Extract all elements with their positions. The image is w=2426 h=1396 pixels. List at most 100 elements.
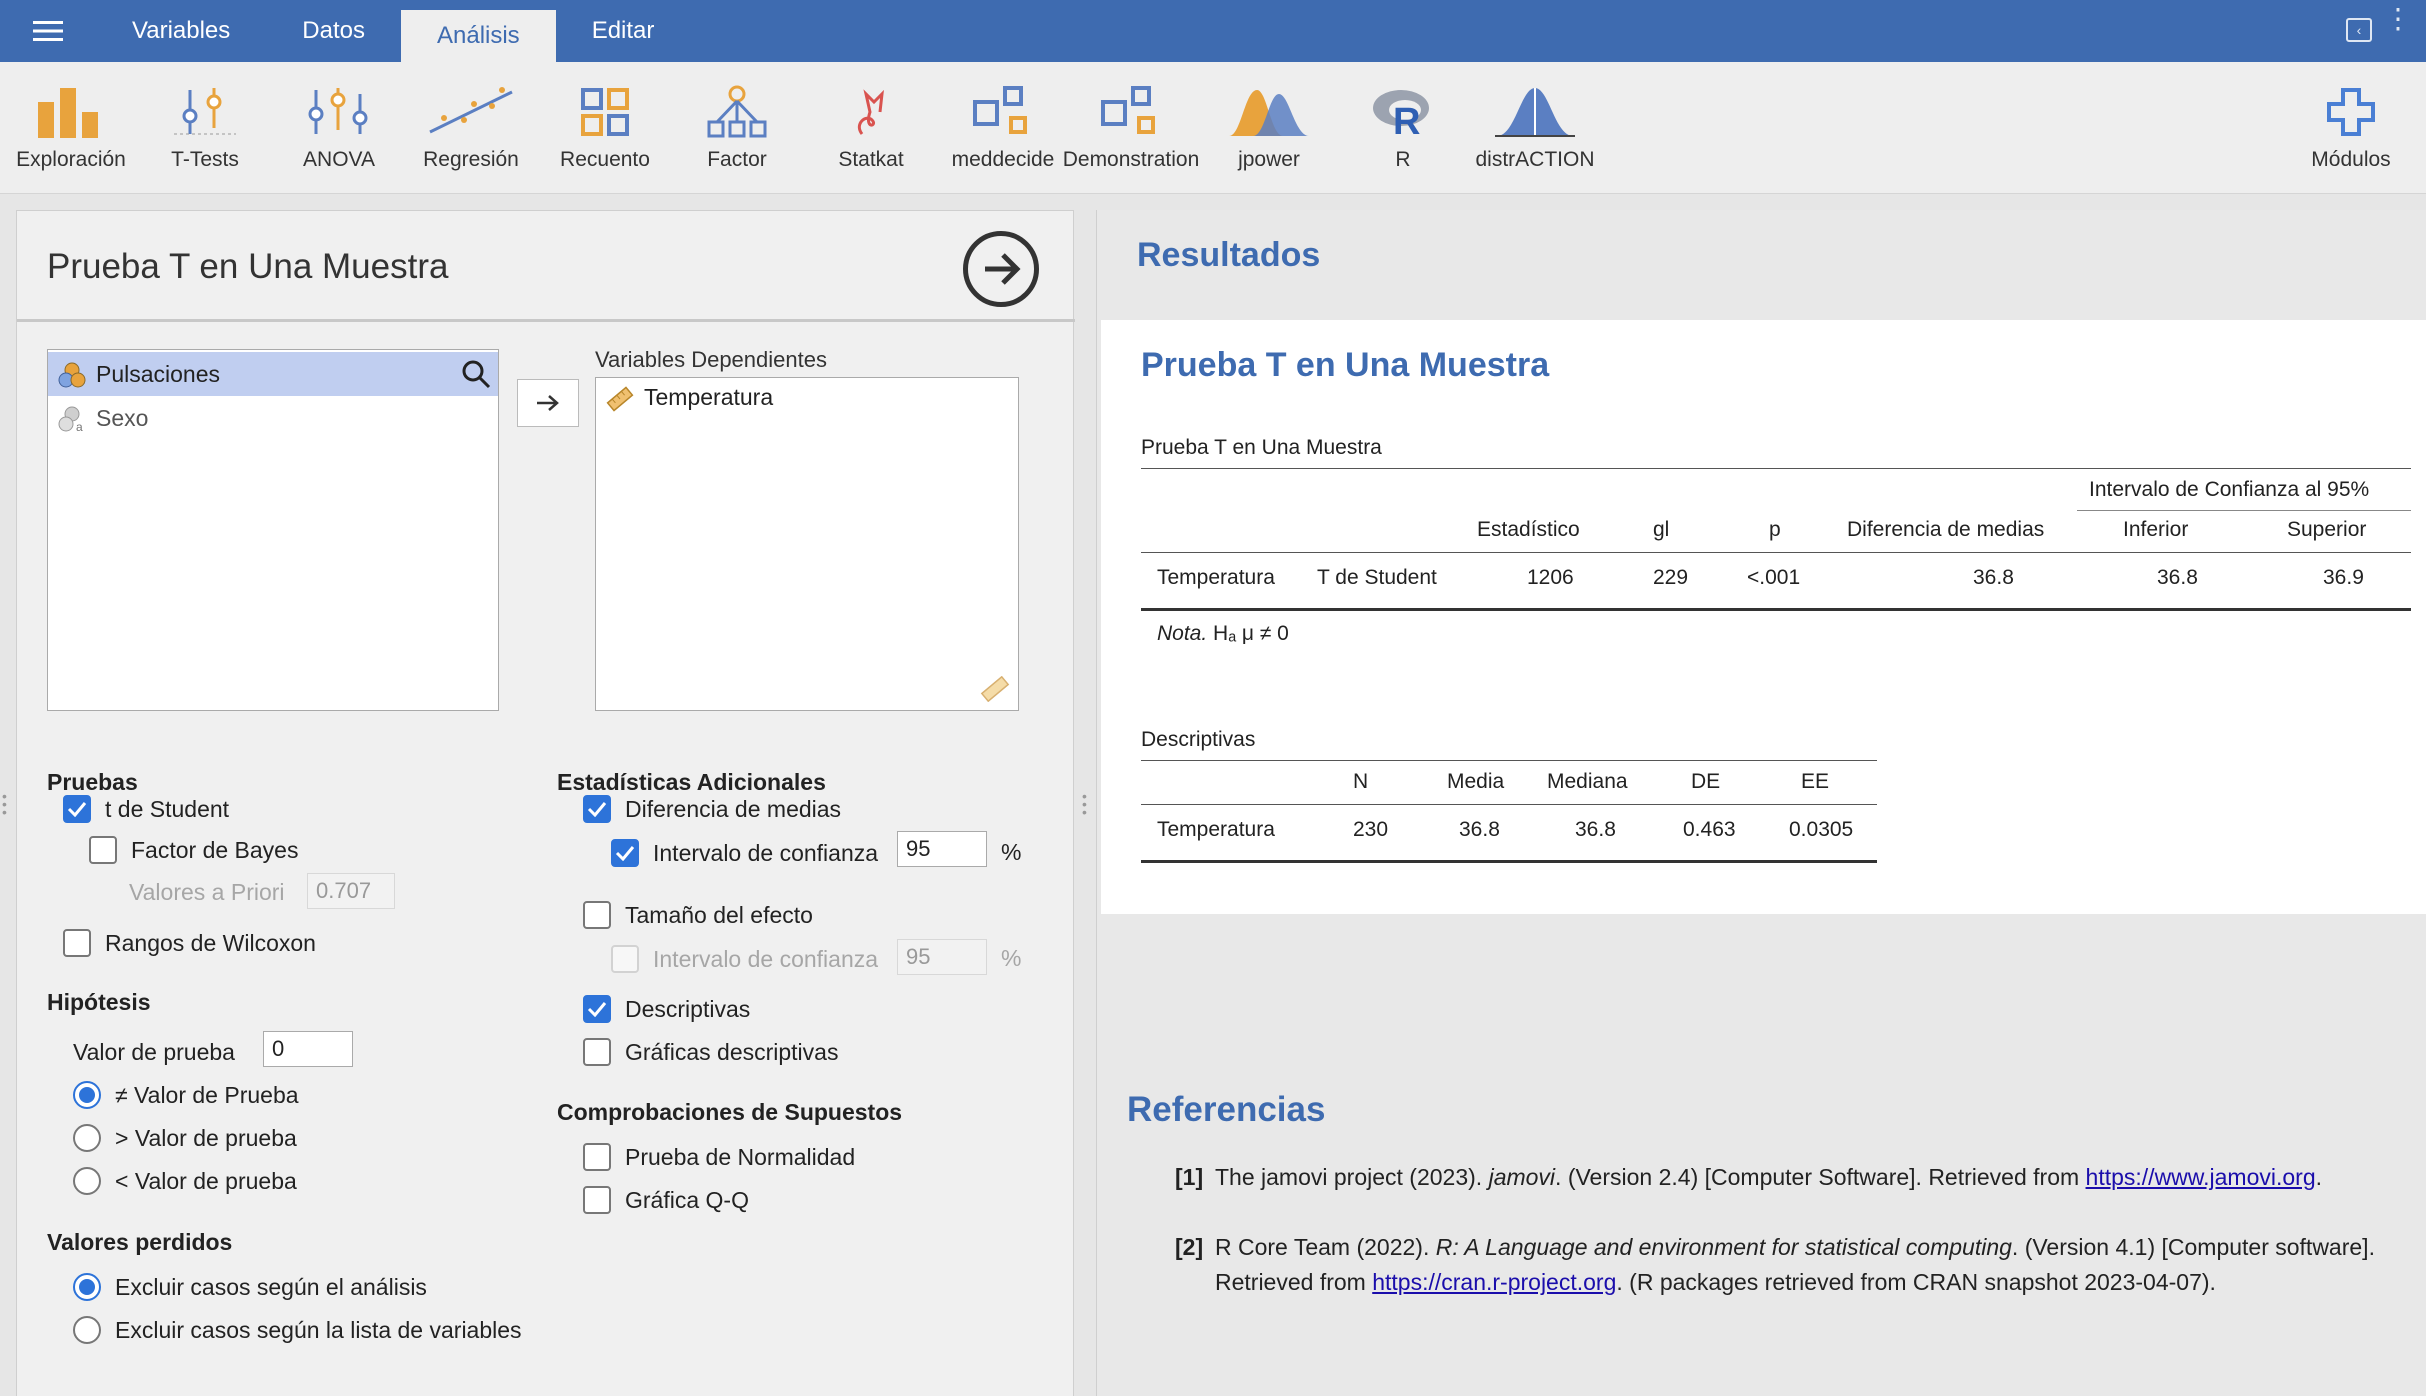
radio-unselected[interactable] [73, 1316, 101, 1344]
checkbox-disabled[interactable] [611, 945, 639, 973]
tab-variables[interactable]: Variables [96, 0, 266, 62]
hamburger-menu-icon[interactable] [0, 0, 96, 62]
effect-ci-input[interactable]: 95 [897, 939, 987, 975]
cell-media: 36.8 [1459, 818, 1500, 841]
more-options-icon[interactable]: ⋮ [2384, 5, 2412, 33]
hipotesis-heading: Hipótesis [47, 989, 151, 1015]
ribbon-regresion[interactable]: Regresión [396, 84, 546, 172]
nominal-variable-icon [58, 362, 86, 388]
ribbon-t-tests[interactable]: T-Tests [130, 84, 280, 172]
ref-link-jamovi[interactable]: https://www.jamovi.org [2086, 1164, 2316, 1190]
checkbox-unchecked[interactable] [583, 901, 611, 929]
radio-less[interactable]: < Valor de prueba [73, 1167, 297, 1195]
ribbon-demonstration[interactable]: Demonstration [1056, 84, 1206, 172]
arrow-right-icon [985, 253, 1021, 285]
ribbon-statkat[interactable]: Statkat [796, 84, 946, 172]
tab-analisis[interactable]: Análisis [400, 10, 556, 62]
effect-size-checkbox[interactable]: Tamaño del efecto [583, 901, 813, 929]
table-rule [1141, 552, 2411, 553]
checkbox-checked[interactable] [583, 795, 611, 823]
table-rule [1141, 468, 2411, 469]
radio-exclude-listwise[interactable]: Excluir casos según la lista de variable… [73, 1316, 522, 1344]
radio-label: < Valor de prueba [115, 1167, 297, 1194]
run-arrow-button[interactable] [963, 231, 1039, 307]
test-value-input[interactable]: 0 [263, 1031, 353, 1067]
descriptives-checkbox[interactable]: Descriptivas [583, 995, 750, 1023]
checkbox-unchecked[interactable] [583, 1038, 611, 1066]
left-splitter-handle[interactable]: • • • [2, 789, 7, 819]
ci-checkbox[interactable]: Intervalo de confianza [611, 839, 878, 867]
ribbon-exploracion[interactable]: Exploración [0, 84, 146, 172]
radio-greater[interactable]: > Valor de prueba [73, 1124, 297, 1152]
ribbon-recuento[interactable]: Recuento [530, 84, 680, 172]
center-splitter-handle[interactable]: • • • [1082, 789, 1087, 819]
options-panel: Prueba T en Una Muestra Pulsaciones a Se… [16, 210, 1075, 1396]
nominal-text-variable-icon: a [58, 406, 83, 432]
radio-exclude-analysis[interactable]: Excluir casos según el análisis [73, 1273, 427, 1301]
variable-item-sexo[interactable]: a Sexo [48, 396, 498, 440]
dependent-item-temperatura[interactable]: Temperatura [644, 384, 773, 411]
checkbox-checked[interactable] [611, 839, 639, 867]
ribbon-label: ANOVA [303, 148, 375, 171]
checkbox-unchecked[interactable] [63, 929, 91, 957]
dependent-variables-list[interactable]: Temperatura [595, 377, 1019, 711]
plus-icon [2327, 88, 2375, 136]
bayes-checkbox[interactable]: Factor de Bayes [89, 836, 298, 864]
percent-sign: % [1001, 839, 1022, 865]
student-checkbox[interactable]: t de Student [63, 795, 229, 823]
qq-checkbox[interactable]: Gráfica Q-Q [583, 1186, 749, 1214]
svg-text:a: a [76, 420, 83, 432]
t-test-icon [174, 88, 236, 135]
ribbon-anova[interactable]: ANOVA [264, 84, 414, 172]
factor-icon [707, 85, 767, 138]
effect-ci-checkbox[interactable]: Intervalo de confianza [611, 945, 878, 973]
tab-datos[interactable]: Datos [266, 0, 401, 62]
col-mean-diff: Diferencia de medias [1847, 518, 2045, 541]
prior-input[interactable]: 0.707 [307, 873, 395, 909]
normality-checkbox[interactable]: Prueba de Normalidad [583, 1143, 855, 1171]
window-mode-icon[interactable]: ‹ [2346, 18, 2372, 42]
ribbon-modulos[interactable]: Módulos [2276, 84, 2426, 172]
ribbon-jpower[interactable]: jpower [1194, 84, 1344, 172]
tab-editar[interactable]: Editar [556, 0, 691, 62]
power-curve-icon [1229, 90, 1309, 136]
ci-input[interactable]: 95 [897, 831, 987, 867]
ribbon-factor[interactable]: Factor [662, 84, 812, 172]
mean-diff-checkbox[interactable]: Diferencia de medias [583, 795, 841, 823]
desc-plots-checkbox[interactable]: Gráficas descriptivas [583, 1038, 838, 1066]
checkbox-checked[interactable] [63, 795, 91, 823]
percent-sign: % [1001, 945, 1022, 971]
radio-unselected[interactable] [73, 1124, 101, 1152]
ribbon-r[interactable]: R R [1328, 84, 1478, 172]
ref-text: R Core Team (2022). [1215, 1234, 1436, 1260]
radio-unselected[interactable] [73, 1167, 101, 1195]
checkbox-unchecked[interactable] [89, 836, 117, 864]
move-variable-button[interactable] [517, 379, 579, 427]
search-icon[interactable] [460, 358, 492, 390]
ttest-table-caption: Prueba T en Una Muestra [1141, 436, 1382, 459]
checkbox-unchecked[interactable] [583, 1143, 611, 1171]
checkbox-checked[interactable] [583, 995, 611, 1023]
continuous-variable-icon [606, 386, 634, 412]
wilcoxon-label: Rangos de Wilcoxon [105, 929, 316, 956]
wilcoxon-checkbox[interactable]: Rangos de Wilcoxon [63, 929, 316, 957]
ribbon-distraction[interactable]: distrACTION [1460, 84, 1610, 172]
radio-selected[interactable] [73, 1273, 101, 1301]
ref-link-cran[interactable]: https://cran.r-project.org [1372, 1269, 1616, 1295]
checkbox-unchecked[interactable] [583, 1186, 611, 1214]
radio-not-equal[interactable]: ≠ Valor de Prueba [73, 1081, 299, 1109]
cell-n: 230 [1353, 818, 1389, 841]
results-panel: Resultados Prueba T en Una Muestra Prueb… [1096, 210, 2426, 1396]
radio-selected[interactable] [73, 1081, 101, 1109]
effect-ci-percent: % [1001, 945, 1021, 972]
reference-number: [1] [1175, 1164, 1204, 1190]
results-output[interactable]: Prueba T en Una Muestra Prueba T en Una … [1101, 320, 2426, 914]
table-rule [1141, 860, 1877, 863]
prior-label: Valores a Priori [129, 879, 285, 906]
variable-item-pulsaciones[interactable]: Pulsaciones [48, 352, 498, 396]
available-variables-list[interactable]: Pulsaciones a Sexo [47, 349, 499, 711]
bar-chart-icon [38, 88, 98, 138]
variable-name: Pulsaciones [96, 360, 221, 387]
table-note: Nota. Hₐ μ ≠ 0 [1157, 622, 1289, 646]
ribbon-label: Módulos [2311, 148, 2391, 171]
